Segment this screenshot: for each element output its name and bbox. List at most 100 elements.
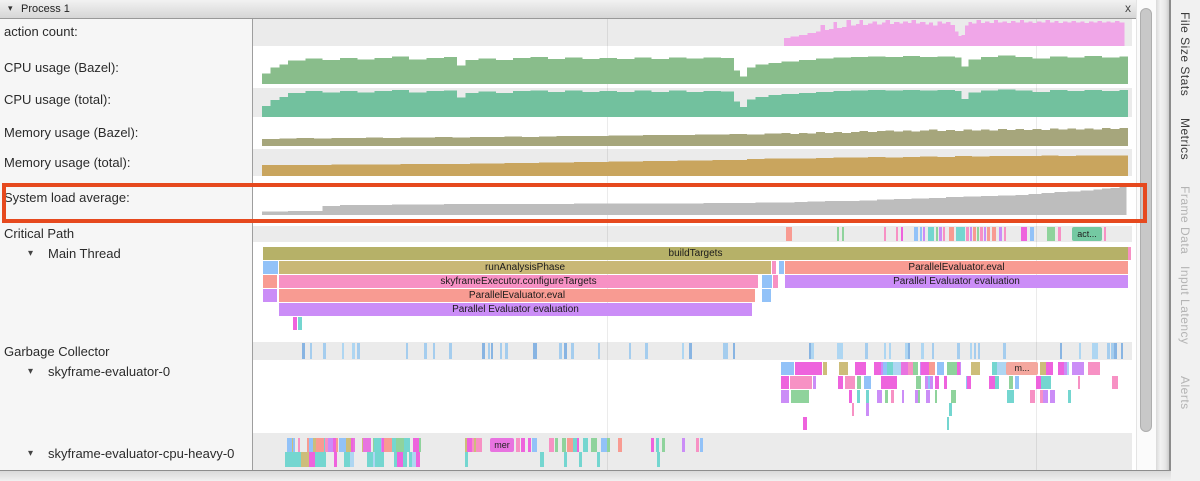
gc-ticks[interactable]: [1114, 343, 1116, 359]
cpu-heavy-r1d[interactable]: [549, 438, 554, 452]
outer-scrollbar-strip[interactable]: [1156, 0, 1171, 481]
evaluator0-r3a[interactable]: [902, 390, 904, 403]
cpu-heavy-row2-sparse[interactable]: [540, 452, 544, 467]
evaluator0-r1b[interactable]: [1041, 362, 1045, 375]
slice-chip[interactable]: m...: [1006, 362, 1038, 375]
gc-ticks[interactable]: [726, 343, 729, 359]
critical-path-ticks[interactable]: [943, 227, 945, 241]
gc-ticks[interactable]: [1060, 343, 1063, 359]
trace-slice[interactable]: [1128, 247, 1131, 260]
vertical-scrollbar-track[interactable]: [1136, 0, 1157, 470]
slice-chip[interactable]: mer: [490, 438, 514, 452]
trace-slice[interactable]: Parallel Evaluator evaluation: [279, 303, 752, 316]
track-row-skyframe-evaluator-cpu-heavy-0[interactable]: ▾skyframe-evaluator-cpu-heavy-0: [0, 446, 250, 463]
cpu-heavy-r1c[interactable]: [534, 438, 537, 452]
evaluator0-r3a[interactable]: [935, 390, 937, 403]
gc-ticks[interactable]: [1111, 343, 1114, 359]
evaluator0-r1a[interactable]: [947, 362, 958, 375]
vertical-scrollbar-thumb[interactable]: [1140, 8, 1152, 432]
cpu-heavy-r1a[interactable]: [293, 438, 295, 452]
cpu-heavy-r2a[interactable]: [394, 452, 398, 467]
trace-slice[interactable]: [949, 403, 952, 416]
gc-ticks[interactable]: [957, 343, 960, 359]
gc-ticks[interactable]: [357, 343, 360, 359]
critical-path-ticks[interactable]: [973, 227, 976, 241]
trace-slice[interactable]: [823, 362, 827, 375]
side-tab-metrics[interactable]: Metrics: [1178, 118, 1192, 160]
evaluator0-r2b[interactable]: [1078, 376, 1081, 389]
critical-path-ticks[interactable]: [1004, 227, 1006, 241]
expand-arrow-icon[interactable]: ▾: [28, 448, 33, 459]
track-row-system-load-average[interactable]: System load average:: [0, 190, 250, 207]
gc-ticks[interactable]: [682, 343, 684, 359]
critical-path-ticks[interactable]: [949, 227, 954, 241]
gc-ticks[interactable]: [689, 343, 692, 359]
critical-path-ticks[interactable]: [970, 227, 972, 241]
evaluator0-r2a[interactable]: [881, 376, 888, 389]
cpu-heavy-r1a[interactable]: [298, 438, 300, 452]
track-row-garbage-collector[interactable]: Garbage Collector: [0, 344, 250, 361]
evaluator0-r3a[interactable]: [926, 390, 930, 403]
cpu-heavy-r1a[interactable]: [339, 438, 346, 452]
evaluator0-r3b[interactable]: [1040, 390, 1043, 403]
critical-path-ticks[interactable]: [914, 227, 918, 241]
critical-path-ticks[interactable]: [980, 227, 983, 241]
gc-ticks[interactable]: [974, 343, 977, 359]
track-row-action-count[interactable]: action count:: [0, 24, 250, 41]
cpu-heavy-r1a[interactable]: [316, 438, 324, 452]
gc-ticks[interactable]: [482, 343, 485, 359]
cpu-heavy-row1-sparse[interactable]: [700, 438, 703, 452]
gc-ticks[interactable]: [342, 343, 344, 359]
evaluator0-r1b[interactable]: [1075, 362, 1084, 375]
evaluator0-r1b[interactable]: [1088, 362, 1100, 375]
gc-ticks[interactable]: [884, 343, 887, 359]
evaluator0-r3b[interactable]: [1068, 390, 1071, 403]
critical-path-ticks[interactable]: [1021, 227, 1027, 241]
gc-ticks[interactable]: [645, 343, 647, 359]
evaluator0-r2b[interactable]: [1015, 376, 1020, 389]
cpu-heavy-r2a[interactable]: [377, 452, 384, 467]
cpu-heavy-r1a[interactable]: [287, 438, 292, 452]
cpu-heavy-r2a[interactable]: [318, 452, 323, 467]
cpu-heavy-row1-sparse[interactable]: [618, 438, 622, 452]
collapse-arrow-icon[interactable]: ▾: [8, 3, 13, 14]
gc-ticks[interactable]: [723, 343, 726, 359]
gc-ticks[interactable]: [905, 343, 908, 359]
gc-ticks[interactable]: [449, 343, 452, 359]
cpu-heavy-row1-sparse[interactable]: [682, 438, 685, 452]
cpu-heavy-r1a[interactable]: [398, 438, 404, 452]
critical-path-ticks[interactable]: [884, 227, 886, 241]
gc-ticks[interactable]: [505, 343, 508, 359]
cpu-heavy-row2-sparse[interactable]: [465, 452, 468, 467]
expand-arrow-icon[interactable]: ▾: [28, 248, 33, 259]
trace-slice[interactable]: [298, 317, 302, 330]
evaluator0-r3a[interactable]: [849, 390, 852, 403]
critical-path-ticks[interactable]: [936, 227, 938, 241]
trace-slice[interactable]: [781, 362, 794, 375]
cpu-heavy-r2a[interactable]: [334, 452, 338, 467]
side-tab-input-latency[interactable]: Input Latency: [1178, 266, 1192, 345]
cpu-heavy-r1a[interactable]: [309, 438, 313, 452]
evaluator0-r3b[interactable]: [1009, 390, 1014, 403]
cpu-heavy-r1a[interactable]: [413, 438, 419, 452]
trace-slice[interactable]: [762, 289, 771, 302]
evaluator0-r2a[interactable]: [916, 376, 921, 389]
cpu-heavy-row1-sparse[interactable]: [651, 438, 654, 452]
evaluator0-r3b[interactable]: [1050, 390, 1055, 403]
trace-slice[interactable]: [795, 362, 822, 375]
cpu-heavy-r1d[interactable]: [583, 438, 589, 452]
trace-slice[interactable]: [866, 403, 869, 416]
evaluator0-r3a[interactable]: [866, 390, 869, 403]
gc-ticks[interactable]: [424, 343, 427, 359]
cpu-heavy-r1d[interactable]: [555, 438, 558, 452]
cpu-heavy-r1d[interactable]: [601, 438, 607, 452]
critical-path-ticks[interactable]: [928, 227, 934, 241]
trace-slice[interactable]: ParallelEvaluator.eval: [279, 289, 755, 302]
gc-ticks[interactable]: [352, 343, 355, 359]
cpu-heavy-row2-sparse[interactable]: [657, 452, 660, 467]
cpu-heavy-row1-sparse[interactable]: [696, 438, 699, 452]
cpu-heavy-r1a[interactable]: [382, 438, 384, 452]
evaluator0-r1a[interactable]: [971, 362, 980, 375]
trace-slice[interactable]: runAnalysisPhase: [279, 261, 771, 274]
evaluator0-r1a[interactable]: [839, 362, 848, 375]
